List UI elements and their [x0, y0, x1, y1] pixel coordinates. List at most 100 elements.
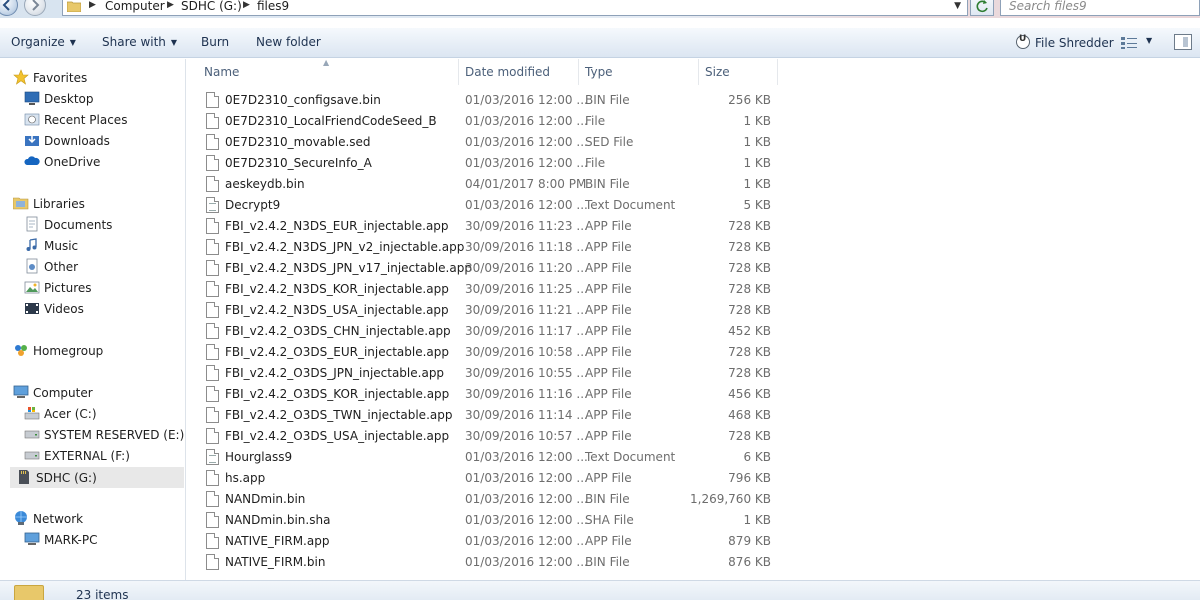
chevron-down-icon[interactable]: ▼ — [1146, 36, 1152, 45]
address-bar[interactable]: ▶ Computer ▶ SDHC (G:) ▶ files9 ▼ — [62, 0, 968, 16]
chevron-right-icon[interactable]: ▶ — [167, 0, 174, 10]
nav-label: SYSTEM RESERVED (E:) — [44, 428, 185, 442]
nav-item-mark-pc[interactable]: MARK-PC — [24, 530, 97, 551]
breadcrumb-computer[interactable]: Computer — [105, 0, 165, 13]
column-header-date[interactable]: Date modified — [459, 59, 579, 85]
nav-item-downloads[interactable]: Downloads — [24, 131, 110, 152]
nav-item-music[interactable]: Music — [24, 236, 78, 257]
search-input[interactable] — [1001, 0, 1171, 15]
nav-item-desktop[interactable]: Desktop — [24, 89, 94, 110]
file-row[interactable]: NATIVE_FIRM.bin 01/03/2016 12:00 ... BIN F… — [187, 552, 1200, 573]
nav-label: Music — [44, 239, 79, 253]
file-type: File — [585, 156, 606, 170]
file-date-modified: 30/09/2016 11:23 ... — [465, 219, 588, 233]
file-size: 452 KB — [728, 324, 771, 338]
nav-network[interactable]: Network — [13, 509, 83, 530]
nav-item-acer-c[interactable]: Acer (C:) — [24, 404, 97, 425]
burn-button[interactable]: Burn — [201, 35, 229, 49]
sort-ascending-icon: ▲ — [323, 58, 330, 67]
preview-pane-button[interactable] — [1174, 34, 1192, 50]
file-row[interactable]: 0E7D2310_configsave.bin 01/03/2016 12:00 … — [187, 90, 1200, 111]
nav-item-external-f[interactable]: EXTERNAL (F:) — [24, 446, 130, 467]
other-library-icon — [24, 258, 40, 274]
drive-icon — [24, 447, 40, 463]
new-folder-button[interactable]: New folder — [256, 35, 321, 49]
file-icon — [206, 554, 219, 570]
file-size: 1 KB — [743, 513, 771, 527]
forward-button[interactable] — [24, 0, 46, 16]
nav-item-recent-places[interactable]: Recent Places — [24, 110, 127, 131]
file-row[interactable]: hs.app 01/03/2016 12:00 ... APP File 796 KB — [187, 468, 1200, 489]
file-row[interactable]: FBI_v2.4.2_N3DS_EUR_injectable.app 30/09/… — [187, 216, 1200, 237]
downloads-icon — [24, 132, 40, 148]
nav-item-other[interactable]: Other — [24, 257, 78, 278]
file-row[interactable]: FBI_v2.4.2_O3DS_KOR_injectable.app 30/09/… — [187, 384, 1200, 405]
nav-label: Acer (C:) — [44, 407, 97, 421]
file-row[interactable]: FBI_v2.4.2_O3DS_EUR_injectable.app 30/09/… — [187, 342, 1200, 363]
chevron-down-icon[interactable]: ▼ — [954, 1, 961, 11]
file-row[interactable]: NANDmin.bin 01/03/2016 12:00 ... BIN File 1… — [187, 489, 1200, 510]
file-name: FBI_v2.4.2_O3DS_EUR_injectable.app — [225, 345, 449, 359]
file-row[interactable]: FBI_v2.4.2_O3DS_TWN_injectable.app 30/09/… — [187, 405, 1200, 426]
breadcrumb-drive[interactable]: SDHC (G:) — [181, 0, 242, 13]
nav-item-sdhc-g[interactable]: SDHC (G:) — [10, 467, 184, 488]
nav-item-documents[interactable]: Documents — [24, 215, 112, 236]
nav-favorites[interactable]: Favorites — [13, 68, 87, 89]
chevron-right-icon[interactable]: ▶ — [243, 0, 250, 10]
column-header-type[interactable]: Type — [579, 59, 699, 85]
file-date-modified: 01/03/2016 12:00 ... — [465, 198, 588, 212]
back-button[interactable] — [0, 0, 18, 16]
column-header-name[interactable]: Name ▲ — [187, 58, 459, 85]
file-size: 468 KB — [728, 408, 771, 422]
column-header-label: Name — [204, 65, 240, 79]
file-size: 1 KB — [743, 114, 771, 128]
file-row[interactable]: FBI_v2.4.2_N3DS_JPN_v17_injectable.app 30… — [187, 258, 1200, 279]
file-row[interactable]: 0E7D2310_LocalFriendCodeSeed_B 01/03/2016… — [187, 111, 1200, 132]
file-row[interactable]: aeskeydb.bin 04/01/2017 8:00 PM BIN File 1 … — [187, 174, 1200, 195]
view-options-button[interactable] — [1120, 36, 1138, 53]
file-row[interactable]: FBI_v2.4.2_N3DS_USA_injectable.app 30/09/… — [187, 300, 1200, 321]
file-name: FBI_v2.4.2_N3DS_EUR_injectable.app — [225, 219, 449, 233]
nav-label: Homegroup — [33, 344, 104, 358]
file-row[interactable]: FBI_v2.4.2_N3DS_KOR_injectable.app 30/09/… — [187, 279, 1200, 300]
nav-libraries[interactable]: Libraries — [12, 194, 85, 215]
file-name: FBI_v2.4.2_O3DS_USA_injectable.app — [225, 429, 450, 443]
file-date-modified: 30/09/2016 11:18 ... — [465, 240, 588, 254]
file-row[interactable]: FBI_v2.4.2_O3DS_USA_injectable.app 30/09/… — [187, 426, 1200, 447]
file-row[interactable]: NATIVE_FIRM.app 01/03/2016 12:00 ... APP F… — [187, 531, 1200, 552]
breadcrumb-folder[interactable]: files9 — [257, 0, 289, 13]
file-row[interactable]: 0E7D2310_movable.sed 01/03/2016 12:00 ...… — [187, 132, 1200, 153]
nav-item-videos[interactable]: Videos — [24, 299, 84, 320]
file-row[interactable]: NANDmin.bin.sha 01/03/2016 12:00 ... SHA F… — [187, 510, 1200, 531]
file-row[interactable]: FBI_v2.4.2_N3DS_JPN_v2_injectable.app 30/… — [187, 237, 1200, 258]
file-icon — [206, 134, 219, 150]
organize-button[interactable]: Organize ▼ — [11, 35, 76, 49]
nav-label: Recent Places — [44, 113, 128, 127]
nav-item-pictures[interactable]: Pictures — [24, 278, 92, 299]
file-size: 728 KB — [728, 219, 771, 233]
refresh-button[interactable] — [970, 0, 994, 16]
file-type: APP File — [585, 324, 632, 338]
file-row[interactable]: Hourglass9 01/03/2016 12:00 ... Text Docum… — [187, 447, 1200, 468]
nav-label: OneDrive — [44, 155, 101, 169]
file-row[interactable]: 0E7D2310_SecureInfo_A 01/03/2016 12:00 ..… — [187, 153, 1200, 174]
file-row[interactable]: FBI_v2.4.2_O3DS_JPN_injectable.app 30/09/… — [187, 363, 1200, 384]
chevron-right-icon[interactable]: ▶ — [89, 0, 96, 10]
computer-icon — [24, 531, 40, 547]
share-with-button[interactable]: Share with ▼ — [102, 35, 177, 49]
file-type: APP File — [585, 345, 632, 359]
file-date-modified: 01/03/2016 12:00 ... — [465, 135, 588, 149]
file-icon — [206, 323, 219, 339]
file-row[interactable]: FBI_v2.4.2_O3DS_CHN_injectable.app 30/09/… — [187, 321, 1200, 342]
nav-item-onedrive[interactable]: OneDrive — [24, 152, 100, 173]
nav-label: SDHC (G:) — [36, 471, 97, 485]
nav-label: MARK-PC — [44, 533, 98, 547]
file-row[interactable]: Decrypt9 01/03/2016 12:00 ... Text Documen… — [187, 195, 1200, 216]
nav-homegroup[interactable]: Homegroup — [13, 341, 103, 362]
nav-item-system-reserved-e[interactable]: SYSTEM RESERVED (E:) — [24, 425, 184, 446]
file-shredder-button[interactable]: File Shredder — [1016, 34, 1114, 50]
nav-computer[interactable]: Computer — [13, 383, 93, 404]
file-type: BIN File — [585, 93, 630, 107]
file-type: APP File — [585, 366, 632, 380]
column-header-size[interactable]: Size — [699, 59, 778, 85]
